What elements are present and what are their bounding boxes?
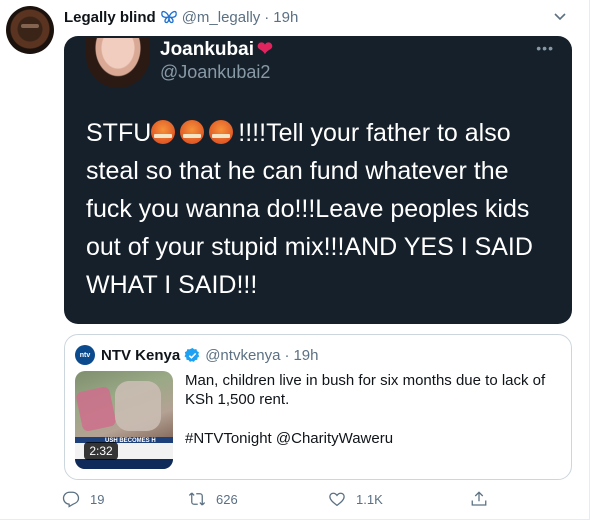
quote-text: Man, children live in bush for six month…	[185, 372, 546, 408]
tweet[interactable]: Legally blind @m_legally · 19h Joankubai…	[0, 0, 590, 520]
screenshot-text-start: STFU	[86, 119, 152, 147]
heart-icon: ❤	[256, 39, 273, 60]
more-icon: •••	[536, 40, 554, 56]
action-bar: 19 626 1.1K	[62, 488, 492, 510]
quote-avatar[interactable]: ntv	[75, 345, 95, 365]
like-count: 1.1K	[356, 491, 383, 507]
separator-dot: ·	[264, 8, 270, 26]
quoted-tweet[interactable]: ntv NTV Kenya @ntvkenya · 19h USH BECOME…	[64, 334, 572, 480]
screenshot-text: STFU !!!!Tell your father to also steal s…	[86, 114, 556, 304]
verified-badge-icon	[184, 347, 200, 362]
quote-author-handle[interactable]: @ntvkenya	[205, 347, 280, 364]
thumbnail-detail	[75, 385, 117, 433]
author-name[interactable]: Legally blind	[64, 9, 156, 26]
reply-icon	[62, 491, 80, 508]
reply-button[interactable]: 19	[62, 488, 104, 510]
tweet-time[interactable]: 19h	[273, 9, 298, 26]
retweet-count: 626	[216, 491, 238, 507]
separator-dot: ·	[284, 346, 290, 364]
share-button[interactable]	[470, 488, 498, 510]
author-avatar[interactable]	[6, 6, 54, 54]
author-handle[interactable]: @m_legally	[182, 9, 261, 26]
angry-emoji-icon	[209, 120, 234, 144]
quote-avatar-text: ntv	[79, 351, 91, 359]
butterfly-icon	[160, 10, 177, 24]
screenshot-text-rest: !!!!Tell your father to also steal so th…	[86, 119, 533, 299]
quote-tags[interactable]: #NTVTonight @CharityWaweru	[185, 429, 563, 448]
retweet-icon	[188, 492, 206, 506]
screenshot-avatar	[86, 38, 150, 88]
tweet-header: Legally blind @m_legally · 19h	[64, 7, 298, 27]
angry-emoji-icon	[151, 120, 176, 144]
thumbnail-detail	[115, 381, 161, 431]
quote-time[interactable]: 19h	[293, 347, 318, 364]
reply-count: 19	[90, 491, 105, 507]
retweet-button[interactable]: 626	[188, 488, 238, 510]
screenshot-handle: @Joankubai2	[160, 62, 271, 82]
screenshot-name-text: Joankubai	[160, 38, 254, 60]
angry-emoji-icon	[180, 120, 205, 144]
quote-author-name[interactable]: NTV Kenya	[101, 347, 180, 364]
chevron-down-icon[interactable]	[552, 8, 568, 24]
video-duration-badge: 2:32	[84, 442, 118, 460]
tweet-image[interactable]: Joankubai ❤ @Joankubai2 ••• STFU !!!!Tell…	[64, 36, 572, 324]
like-button[interactable]: 1.1K	[328, 488, 383, 510]
screenshot-name: Joankubai ❤	[160, 38, 273, 61]
quote-header: NTV Kenya @ntvkenya · 19h	[101, 345, 319, 365]
share-icon	[471, 491, 487, 506]
thumbnail-banner-bottom	[75, 459, 173, 469]
heart-outline-icon	[329, 492, 345, 507]
